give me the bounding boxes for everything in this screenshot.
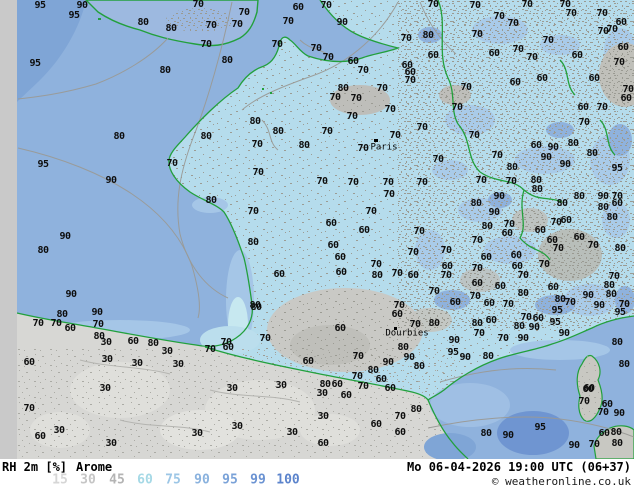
copyright-label: © weatheronline.co.uk — [491, 475, 631, 488]
map-canvas — [0, 0, 634, 459]
map-area: 95 90 95 80 80 70 70 70 70 60 70 70 90 80 70 70 70 70 70 70… — [0, 0, 634, 459]
dourbies-dot — [394, 327, 397, 330]
legend-value: 15 — [52, 472, 68, 488]
status-bar: RH 2m [%] Arome Mo 06-04-2026 19:00 UTC (… — [0, 459, 634, 490]
legend-value: 75 — [165, 472, 181, 488]
legend-value: 60 — [137, 472, 153, 488]
paris-dot — [374, 139, 378, 142]
legend-value: 100 — [276, 472, 300, 488]
legend-value: 30 — [80, 472, 96, 488]
legend-value: 90 — [194, 472, 210, 488]
map-edge-strip — [0, 0, 17, 459]
england-speckle — [166, 8, 234, 32]
spain-speckle — [17, 348, 457, 459]
legend-value: 95 — [222, 472, 238, 488]
legend-value: 99 — [250, 472, 266, 488]
weather-map-page: 95 90 95 80 80 70 70 70 70 60 70 70 90 80 70 70 70 70 70 70… — [0, 0, 634, 490]
speckle-dense — [398, 0, 634, 330]
legend-value: 45 — [109, 472, 125, 488]
